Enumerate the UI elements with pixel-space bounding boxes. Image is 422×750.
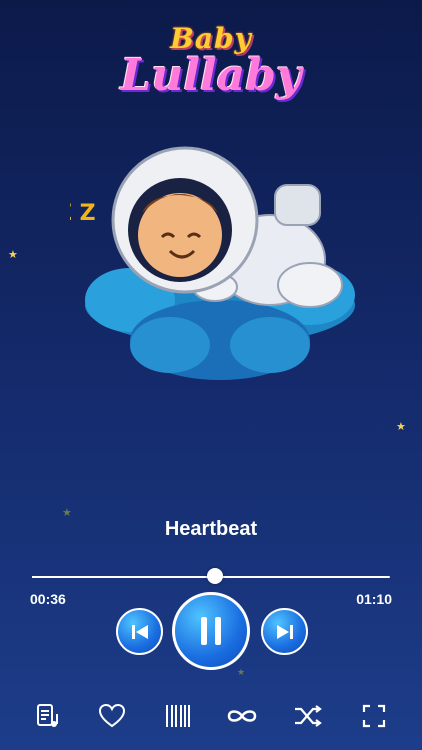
logo-line-2: Lullaby (120, 50, 302, 101)
fullscreen-button[interactable] (356, 698, 392, 734)
star-decoration: ★ (396, 421, 406, 433)
infinity-icon (227, 710, 257, 722)
heart-icon (98, 703, 126, 728)
star-decoration: ★ (237, 667, 246, 677)
favorite-button[interactable] (94, 698, 130, 734)
next-button[interactable] (261, 608, 308, 655)
star-decoration: ★ (8, 249, 18, 261)
progress-fill (32, 576, 215, 578)
bottom-toolbar (0, 698, 422, 734)
pause-button[interactable] (172, 592, 250, 670)
barcode-button[interactable] (159, 698, 195, 734)
playlist-icon (37, 704, 58, 727)
next-icon (276, 624, 293, 639)
pause-icon (201, 617, 221, 645)
current-time: 00:36 (30, 591, 66, 607)
astronaut-helmet (111, 146, 259, 294)
fullscreen-icon (362, 704, 386, 728)
progress-thumb[interactable] (206, 568, 223, 584)
barcode-icon (166, 705, 190, 727)
progress-bar[interactable] (32, 568, 390, 584)
sleeping-astronaut-illustration: Z Z (70, 146, 355, 380)
shuffle-icon (295, 705, 322, 727)
previous-icon (131, 624, 148, 639)
total-time: 01:10 (356, 591, 392, 607)
track-title: Heartbeat (164, 518, 258, 540)
previous-button[interactable] (116, 608, 163, 655)
playlist-button[interactable] (30, 698, 66, 734)
repeat-infinite-button[interactable] (224, 698, 260, 734)
sleep-zz-text: Z Z (70, 201, 96, 226)
app-logo: Baby Lullaby (0, 10, 422, 101)
shuffle-button[interactable] (290, 698, 326, 734)
